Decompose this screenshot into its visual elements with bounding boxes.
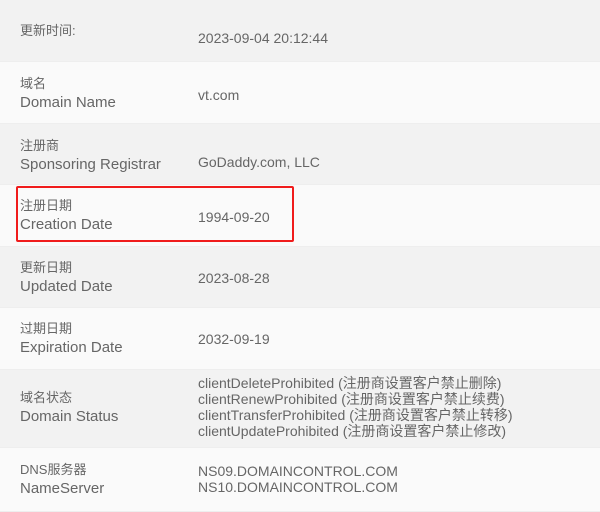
label-cn: 过期日期 (20, 321, 73, 336)
label-cn: DNS服务器 (20, 462, 87, 477)
row-updated-date: 更新日期 Updated Date 2023-08-28 (0, 247, 600, 308)
status-item: clientRenewProhibited (注册商设置客户禁止续费) (198, 391, 505, 407)
label-en: Updated Date (20, 278, 113, 295)
label-en: Sponsoring Registrar (20, 156, 161, 173)
label-en: NameServer (20, 480, 105, 497)
value: vt.com (198, 87, 240, 103)
row-domain-status: 域名状态 Domain Status clientDeleteProhibited… (0, 370, 600, 448)
row-expiration-date: 过期日期 Expiration Date 2032-09-19 (0, 308, 600, 370)
status-item: clientUpdateProhibited (注册商设置客户禁止修改) (198, 423, 507, 439)
nameserver-item: NS10.DOMAINCONTROL.COM (198, 479, 398, 495)
label-cn: 注册商 (20, 138, 60, 153)
value: 2023-09-04 20:12:44 (198, 30, 328, 46)
label-cn: 更新时间: (20, 23, 76, 38)
label-en: Domain Status (20, 408, 119, 425)
row-registrar: 注册商 Sponsoring Registrar GoDaddy.com, LLC (0, 124, 600, 185)
nameserver-item: NS09.DOMAINCONTROL.COM (198, 463, 398, 479)
status-item: clientTransferProhibited (注册商设置客户禁止转移) (198, 407, 513, 423)
row-domain-name: 域名 Domain Name vt.com (0, 62, 600, 124)
label-cn: 域名状态 (20, 390, 73, 405)
whois-table: 更新时间: 2023-09-04 20:12:44 域名 Domain Name … (0, 0, 600, 512)
label-cn: 更新日期 (20, 260, 73, 275)
highlight-box (16, 186, 294, 242)
label-cn: 域名 (20, 76, 47, 91)
status-item: clientDeleteProhibited (注册商设置客户禁止删除) (198, 375, 502, 391)
value: 2032-09-19 (198, 331, 270, 347)
label-en: Expiration Date (20, 339, 123, 356)
value: 2023-08-28 (198, 270, 270, 286)
label-en: Domain Name (20, 94, 116, 111)
row-nameserver: DNS服务器 NameServer NS09.DOMAINCONTROL.COM … (0, 448, 600, 512)
row-update-time: 更新时间: 2023-09-04 20:12:44 (0, 0, 600, 62)
value: GoDaddy.com, LLC (198, 154, 320, 170)
